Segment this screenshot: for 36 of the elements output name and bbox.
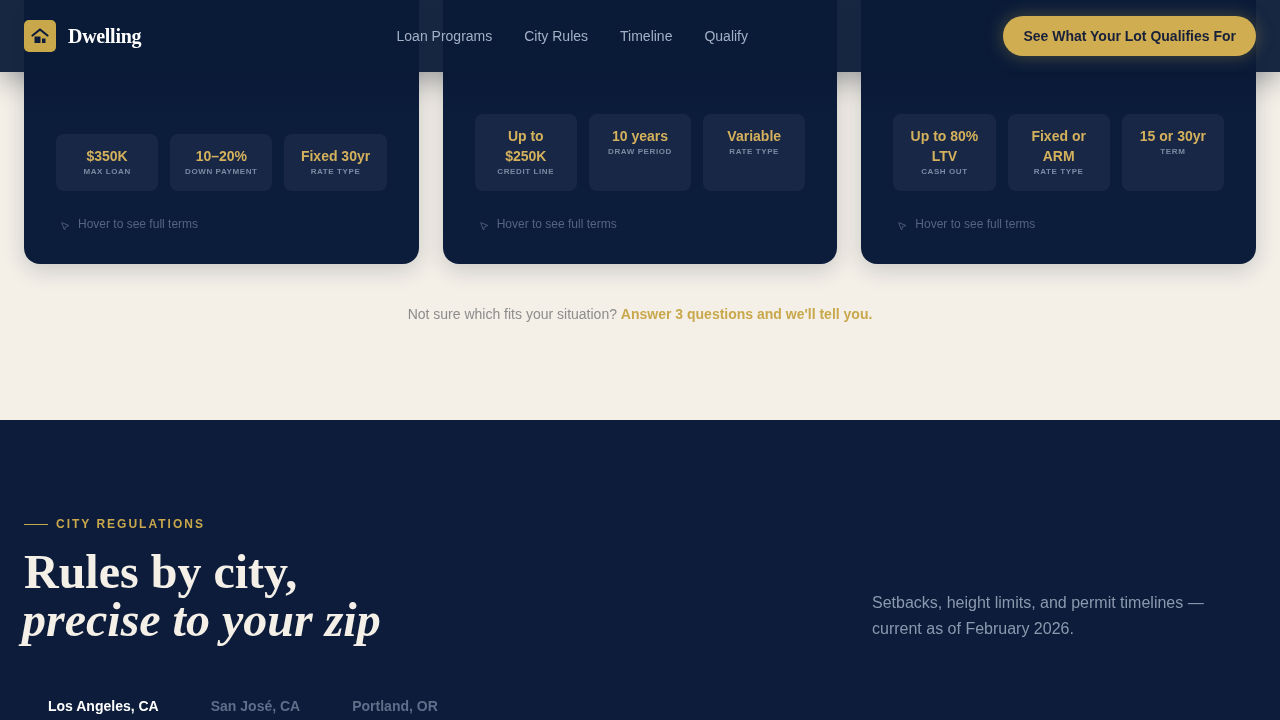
stat-label: DRAW PERIOD [608,146,672,158]
stat-value: Fixed 30yr [300,147,371,166]
stat-label: CREDIT LINE [497,166,555,178]
cursor-icon [897,220,908,231]
hover-hint: Hover to see full terms [78,216,199,233]
nav-link[interactable]: City Rules [524,26,589,46]
stat-value: Fixed or ARM [1030,127,1087,166]
section-heading: Rules by city, precise to your zip [18,542,389,650]
stat-value: 15 or 30yr [1139,127,1206,146]
stat-label: RATE TYPE [729,146,780,158]
nav-link[interactable]: Loan Programs [396,26,493,46]
stat-label: CASH OUT [921,166,968,178]
stat-label: MAX LOAN [83,166,131,178]
hover-hint: Hover to see full terms [915,216,1036,233]
nav-link[interactable]: Timeline [620,26,673,46]
stat-label: RATE TYPE [310,166,361,178]
city-tab[interactable]: Los Angeles, CA [24,684,183,720]
section-description: Setbacks, height limits, and permit timelines — current as of February 2026. [872,593,1205,639]
stat-value: Variable [727,127,782,146]
house-logo-icon [24,20,56,52]
brand-name: Dwelling [68,24,142,48]
cursor-icon [60,220,70,231]
cta-button[interactable]: See What Your Lot Qualifies For [1003,16,1256,56]
stat-value: 10–20% [195,147,247,166]
stat-value: Up to $250K [504,127,548,166]
stat-label: TERM [1160,146,1186,158]
hover-hint: Hover to see full terms [496,216,617,233]
stat-value: $350K [86,147,128,166]
cursor-icon [478,220,489,231]
nav-link[interactable]: Qualify [704,26,748,46]
stat-value: Up to 80% LTV [909,127,980,166]
stat-value: 10 years [611,127,668,146]
stat-label: DOWN PAYMENT [185,166,258,178]
stat-label: RATE TYPE [1033,166,1084,178]
section-eyebrow: CITY REGULATIONS [56,516,205,532]
fit-prompt: Not sure which fits your situation? Answer 3 questions and we'll tell you. [406,305,874,324]
